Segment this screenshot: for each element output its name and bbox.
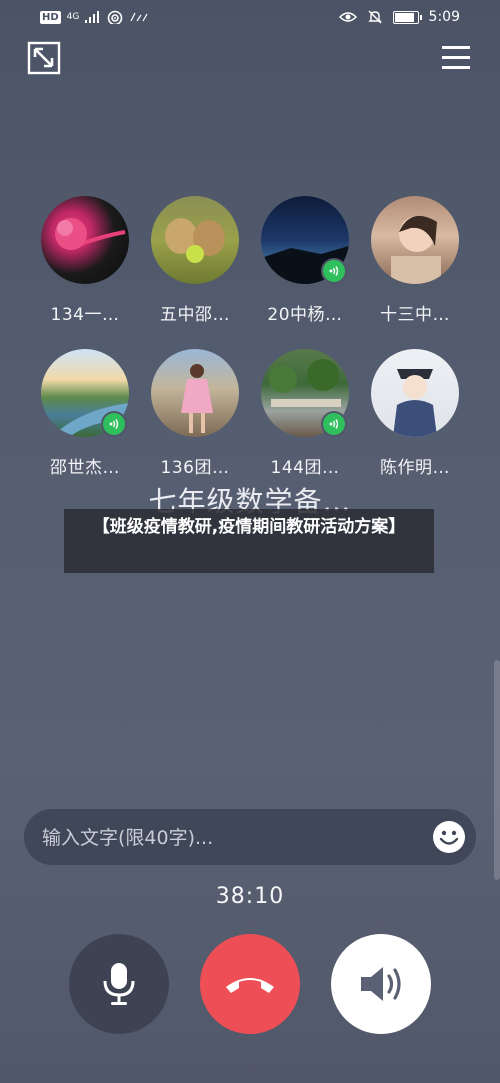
member-item[interactable]: 邵世杰… bbox=[30, 349, 140, 478]
overlay-caption: 【班级疫情教研,疫情期间教研活动方案】 bbox=[64, 509, 434, 573]
member-name: 邵世杰… bbox=[50, 458, 120, 478]
speaking-icon bbox=[329, 419, 339, 429]
microphone-icon bbox=[103, 963, 135, 1005]
member-name: 陈作明… bbox=[380, 458, 450, 478]
status-bar: HD 4G 5:09 bbox=[0, 0, 500, 36]
hang-up-button[interactable] bbox=[200, 934, 300, 1034]
member-item[interactable]: 144团… bbox=[250, 349, 360, 478]
hd-badge: HD bbox=[40, 10, 61, 24]
status-left: HD 4G bbox=[40, 10, 155, 24]
avatar bbox=[261, 349, 349, 437]
members-grid: 134一… 五中邵… 20中杨… 十三中… 邵世杰… 136团… 144团… 陈… bbox=[30, 196, 470, 478]
call-status-icon bbox=[130, 12, 148, 22]
emoji-icon bbox=[433, 821, 465, 853]
speaker-icon bbox=[361, 967, 401, 1001]
member-item[interactable]: 十三中… bbox=[360, 196, 470, 325]
status-right: 5:09 bbox=[338, 9, 460, 25]
member-item[interactable]: 陈作明… bbox=[360, 349, 470, 478]
minimize-icon bbox=[27, 41, 61, 75]
emoji-button[interactable] bbox=[432, 820, 466, 854]
avatar bbox=[261, 196, 349, 284]
mute-bell-icon bbox=[367, 10, 382, 24]
avatar bbox=[151, 349, 239, 437]
member-item[interactable]: 五中邵… bbox=[140, 196, 250, 325]
member-name: 20中杨… bbox=[267, 305, 343, 325]
menu-button[interactable] bbox=[438, 40, 474, 76]
scrollbar[interactable] bbox=[494, 660, 500, 880]
message-input-bar bbox=[24, 809, 476, 867]
mic-button[interactable] bbox=[69, 934, 169, 1034]
member-item[interactable]: 134一… bbox=[30, 196, 140, 325]
status-time: 5:09 bbox=[428, 9, 460, 25]
battery-icon bbox=[392, 10, 422, 24]
menu-icon bbox=[442, 46, 470, 69]
minimize-button[interactable] bbox=[26, 40, 62, 76]
avatar bbox=[151, 196, 239, 284]
message-input[interactable] bbox=[40, 809, 424, 867]
member-name: 134一… bbox=[50, 305, 120, 325]
speaking-indicator bbox=[101, 411, 127, 437]
avatar bbox=[371, 196, 459, 284]
eye-icon bbox=[338, 12, 357, 22]
speaking-icon bbox=[109, 419, 119, 429]
call-timer: 38:10 bbox=[215, 884, 285, 909]
member-name: 十三中… bbox=[380, 305, 450, 325]
speaking-indicator bbox=[321, 411, 347, 437]
hang-up-icon bbox=[226, 978, 274, 993]
speaking-indicator bbox=[321, 258, 347, 284]
avatar bbox=[371, 349, 459, 437]
speaker-button[interactable] bbox=[331, 934, 431, 1034]
avatar bbox=[41, 196, 129, 284]
speaking-icon bbox=[329, 266, 339, 276]
member-name: 五中邵… bbox=[160, 305, 230, 325]
member-name: 136团… bbox=[160, 458, 230, 478]
member-item[interactable]: 20中杨… bbox=[250, 196, 360, 325]
avatar bbox=[41, 349, 129, 437]
signal-icon bbox=[85, 11, 100, 23]
network-type: 4G bbox=[66, 12, 80, 22]
member-item[interactable]: 136团… bbox=[140, 349, 250, 478]
wifi-icon bbox=[108, 10, 123, 24]
member-name: 144团… bbox=[270, 458, 340, 478]
